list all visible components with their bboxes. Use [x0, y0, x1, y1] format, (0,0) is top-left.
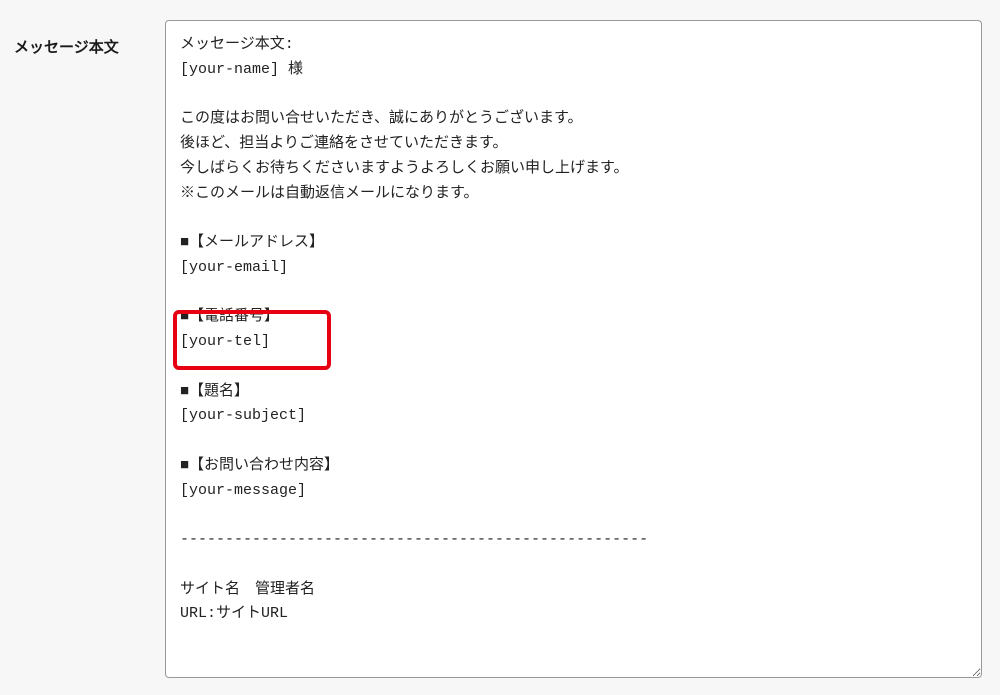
- message-body-field: [165, 20, 990, 678]
- textarea-wrapper: [165, 20, 982, 678]
- message-body-label: メッセージ本文: [10, 20, 165, 57]
- message-body-row: メッセージ本文: [0, 0, 1000, 678]
- message-body-textarea[interactable]: [165, 20, 982, 678]
